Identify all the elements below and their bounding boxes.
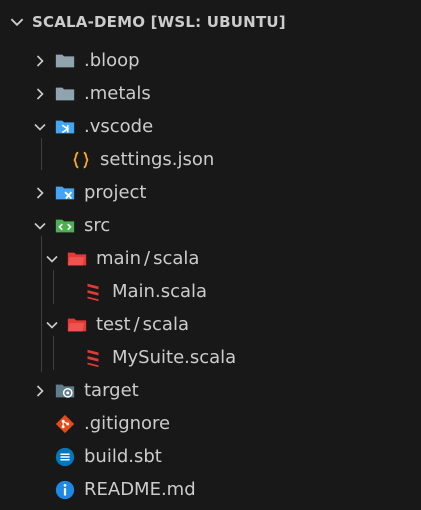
scala-icon [82,347,104,369]
test-folder-icon [66,314,88,336]
tree-item-label: main [96,248,141,269]
tree-item-mysuite-scala-file[interactable]: MySuite.scala [0,341,421,374]
chevron-down-icon [34,123,46,131]
tree-item-label-compact: scala [153,248,200,269]
chevron-right-icon [36,186,44,199]
file-explorer: SCALA-DEMO [WSL: UBUNTU] .bloop .metals [0,0,421,510]
tree-item-label: README.md [84,479,196,500]
tree-item-main-scala-file[interactable]: Main.scala [0,275,421,308]
chevron-right-icon [36,54,44,67]
chevron-down-icon [46,255,58,263]
tree-item-main-scala[interactable]: main / scala [0,242,421,275]
tree-item-label: src [84,215,111,236]
tree-item-test-scala[interactable]: test / scala [0,308,421,341]
tree-item-label: project [84,182,147,203]
tree-item-metals[interactable]: .metals [0,77,421,110]
tree-item-label: .gitignore [84,413,171,434]
project-folder-icon [54,182,76,204]
main-folder-icon [66,248,88,270]
tree-item-src[interactable]: src [0,209,421,242]
tree-item-label: .metals [84,83,151,104]
tree-item-settings-json[interactable]: settings.json [0,143,421,176]
git-icon [54,413,76,435]
tree-item-gitignore[interactable]: .gitignore [0,407,421,440]
tree-item-build-sbt[interactable]: build.sbt [0,440,421,473]
indent-guide [41,236,42,372]
info-icon [54,479,76,501]
tree-item-target[interactable]: target [0,374,421,407]
tree-item-readme[interactable]: README.md [0,473,421,506]
tree-item-label: build.sbt [84,446,162,467]
tree-item-label: MySuite.scala [112,347,237,368]
scala-icon [82,281,104,303]
path-separator: / [143,248,151,269]
tree-item-vscode[interactable]: .vscode [0,110,421,143]
chevron-right-icon [36,384,44,397]
tree-item-label-compact: scala [142,314,189,335]
chevron-down-icon [34,222,46,230]
tree-item-label: .bloop [84,50,140,71]
workspace-header[interactable]: SCALA-DEMO [WSL: UBUNTU] [0,0,421,44]
folder-icon [54,83,76,105]
workspace-title: SCALA-DEMO [WSL: UBUNTU] [32,13,286,31]
indent-guide [53,336,54,370]
sbt-icon [54,446,76,468]
path-separator: / [133,314,140,335]
folder-icon [54,50,76,72]
tree-item-label: target [84,380,139,401]
src-folder-icon [54,215,76,237]
indent-guide [41,138,42,170]
tree-item-bloop[interactable]: .bloop [0,44,421,77]
indent-guide [53,270,54,304]
chevron-down-icon [10,18,24,27]
tree-item-label: test [96,314,131,335]
chevron-down-icon [46,321,58,329]
vscode-folder-icon [54,116,76,138]
tree-item-label: settings.json [100,149,215,170]
json-icon [70,149,92,171]
tree-item-label: .vscode [84,116,154,137]
tree-item-project[interactable]: project [0,176,421,209]
target-folder-icon [54,380,76,402]
chevron-right-icon [36,87,44,100]
tree-item-label: Main.scala [112,281,208,302]
